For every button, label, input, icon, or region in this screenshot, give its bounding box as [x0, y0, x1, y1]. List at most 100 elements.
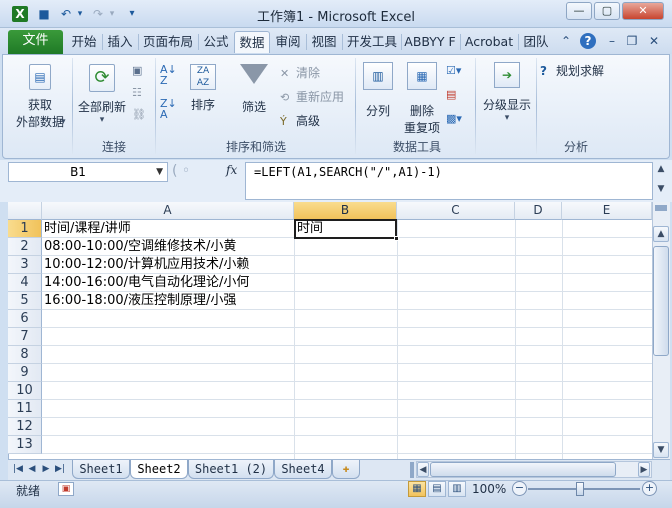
zoom-slider-track[interactable] [528, 488, 640, 490]
text-to-columns-button[interactable]: ▥ 分列 [360, 62, 396, 120]
minimize-ribbon-icon[interactable]: ⌃ [558, 33, 574, 49]
refresh-dropdown-icon[interactable]: ▾ [76, 115, 128, 125]
row-header-6[interactable]: 6 [8, 310, 42, 328]
tab-team[interactable]: 团队 [520, 31, 552, 53]
properties-icon[interactable]: ☷ [132, 86, 148, 100]
zoom-in-button[interactable]: + [642, 481, 657, 496]
consolidate-icon[interactable]: ▤ [446, 88, 470, 102]
maximize-button[interactable]: ▢ [594, 2, 620, 20]
column-header-d[interactable]: D [515, 202, 562, 220]
macro-record-icon[interactable]: ▣ [58, 482, 74, 496]
scroll-up-icon[interactable]: ▲ [653, 226, 669, 242]
first-sheet-icon[interactable]: |◀ [12, 462, 24, 476]
row-header-8[interactable]: 8 [8, 346, 42, 364]
connections-icon[interactable]: ▣ [132, 64, 148, 78]
name-box[interactable]: B1 ▼ [8, 162, 168, 182]
tab-page-layout[interactable]: 页面布局 [140, 31, 196, 53]
workbook-close-icon[interactable]: ✕ [646, 33, 662, 49]
next-sheet-icon[interactable]: ▶ [40, 462, 52, 476]
cell-a4[interactable]: 14:00-16:00/电气自动化理论/小何 [42, 274, 294, 292]
page-break-view-icon[interactable]: ▥ [448, 481, 466, 497]
cell-a1[interactable]: 时间/课程/讲师 [42, 220, 294, 238]
sheet-tab-sheet1-2[interactable]: Sheet1 (2) [188, 460, 274, 479]
outline-button[interactable]: ➔ 分级显示 ▾ [480, 62, 534, 126]
prev-sheet-icon[interactable]: ◀ [26, 462, 38, 476]
normal-view-icon[interactable]: ▦ [408, 481, 426, 497]
get-data-dropdown-icon[interactable]: ▾ [61, 117, 66, 127]
tab-view[interactable]: 视图 [308, 31, 340, 53]
tab-abbyy[interactable]: ABBYY F [402, 31, 458, 53]
row-header-7[interactable]: 7 [8, 328, 42, 346]
scroll-right-icon[interactable]: ▶ [638, 462, 650, 477]
row-header-13[interactable]: 13 [8, 436, 42, 454]
vertical-scroll-thumb[interactable] [653, 246, 669, 356]
filter-button[interactable]: 筛选 [234, 62, 274, 120]
row-header-2[interactable]: 2 [8, 238, 42, 256]
scroll-down-icon[interactable]: ▼ [653, 442, 669, 458]
row-header-11[interactable]: 11 [8, 400, 42, 418]
scroll-left-icon[interactable]: ◀ [417, 462, 429, 477]
formula-scroll-up-icon[interactable]: ▲ [655, 164, 667, 178]
column-header-c[interactable]: C [397, 202, 515, 220]
tab-home[interactable]: 开始 [68, 31, 100, 53]
horizontal-scroll-thumb[interactable] [430, 462, 616, 477]
column-header-e[interactable]: E [562, 202, 652, 220]
sort-az-button[interactable]: A↓ Z [160, 64, 182, 86]
close-button[interactable]: ✕ [622, 2, 664, 20]
row-header-10[interactable]: 10 [8, 382, 42, 400]
row-header-3[interactable]: 3 [8, 256, 42, 274]
clear-button[interactable]: ✕ 清除 [280, 64, 350, 80]
tab-review[interactable]: 审阅 [272, 31, 304, 53]
workbook-restore-icon[interactable]: ❐ [624, 33, 640, 49]
tab-insert[interactable]: 插入 [104, 31, 136, 53]
name-box-dropdown-icon[interactable]: ▼ [156, 163, 163, 181]
tab-developer[interactable]: 开发工具 [344, 31, 400, 53]
sheet-tab-sheet1[interactable]: Sheet1 [72, 460, 130, 479]
row-header-9[interactable]: 9 [8, 364, 42, 382]
minimize-button[interactable]: — [566, 2, 592, 20]
sort-za-button[interactable]: Z↓ A [160, 98, 182, 120]
insert-sheet-icon[interactable]: ✚ [332, 460, 360, 479]
column-header-b[interactable]: B [294, 202, 397, 220]
zoom-out-button[interactable]: − [512, 481, 527, 496]
edit-links-icon[interactable]: ⛓ [132, 108, 148, 122]
page-layout-view-icon[interactable]: ▤ [428, 481, 446, 497]
split-box[interactable] [655, 205, 667, 211]
select-all-corner[interactable] [8, 202, 42, 220]
gridline [42, 435, 652, 436]
reapply-button[interactable]: ⟲ 重新应用 [280, 88, 350, 104]
row-header-12[interactable]: 12 [8, 418, 42, 436]
what-if-analysis-icon[interactable]: ▩▾ [446, 112, 470, 126]
formula-input[interactable]: =LEFT(A1,SEARCH("/",A1)-1) [245, 162, 653, 200]
column-header-a[interactable]: A [42, 202, 294, 220]
fill-handle[interactable] [394, 236, 399, 241]
outline-dropdown-icon[interactable]: ▾ [480, 113, 534, 123]
tab-acrobat[interactable]: Acrobat [462, 31, 516, 53]
row-header-5[interactable]: 5 [8, 292, 42, 310]
cell-a3[interactable]: 10:00-12:00/计算机应用技术/小赖 [42, 256, 294, 274]
sheet-tab-sheet2[interactable]: Sheet2 [130, 460, 188, 479]
advanced-filter-button[interactable]: Ý 高级 [280, 112, 350, 128]
formula-bar-splitter[interactable]: ( ◦ [172, 162, 212, 182]
sort-button[interactable]: ZA AZ 排序 [188, 62, 218, 120]
formula-scroll-down-icon[interactable]: ▼ [655, 184, 667, 198]
workbook-minimize-icon[interactable]: – [604, 33, 620, 49]
data-validation-icon[interactable]: ☑▾ [446, 64, 470, 78]
tab-data[interactable]: 数据 [234, 31, 270, 53]
row-header-4[interactable]: 4 [8, 274, 42, 292]
remove-duplicates-button[interactable]: ▦ 删除 重复项 [400, 62, 444, 135]
sheet-tab-sheet4[interactable]: Sheet4 [274, 460, 332, 479]
tab-formulas[interactable]: 公式 [200, 31, 232, 53]
zoom-level[interactable]: 100% [472, 481, 506, 497]
refresh-all-button[interactable]: ⟳ 全部刷新 ▾ [76, 60, 128, 130]
cell-a5[interactable]: 16:00-18:00/液压控制原理/小强 [42, 292, 294, 310]
last-sheet-icon[interactable]: ▶| [54, 462, 66, 476]
row-header-1[interactable]: 1 [8, 220, 42, 238]
tab-file[interactable]: 文件 [8, 30, 63, 54]
help-icon[interactable]: ? [580, 33, 596, 49]
solver-button[interactable]: ? 规划求解 [540, 62, 620, 78]
cell-a2[interactable]: 08:00-10:00/空调维修技术/小黄 [42, 238, 294, 256]
tab-split-handle[interactable] [410, 462, 414, 478]
insert-function-button[interactable]: fx [226, 163, 242, 179]
zoom-slider-thumb[interactable] [576, 482, 584, 496]
